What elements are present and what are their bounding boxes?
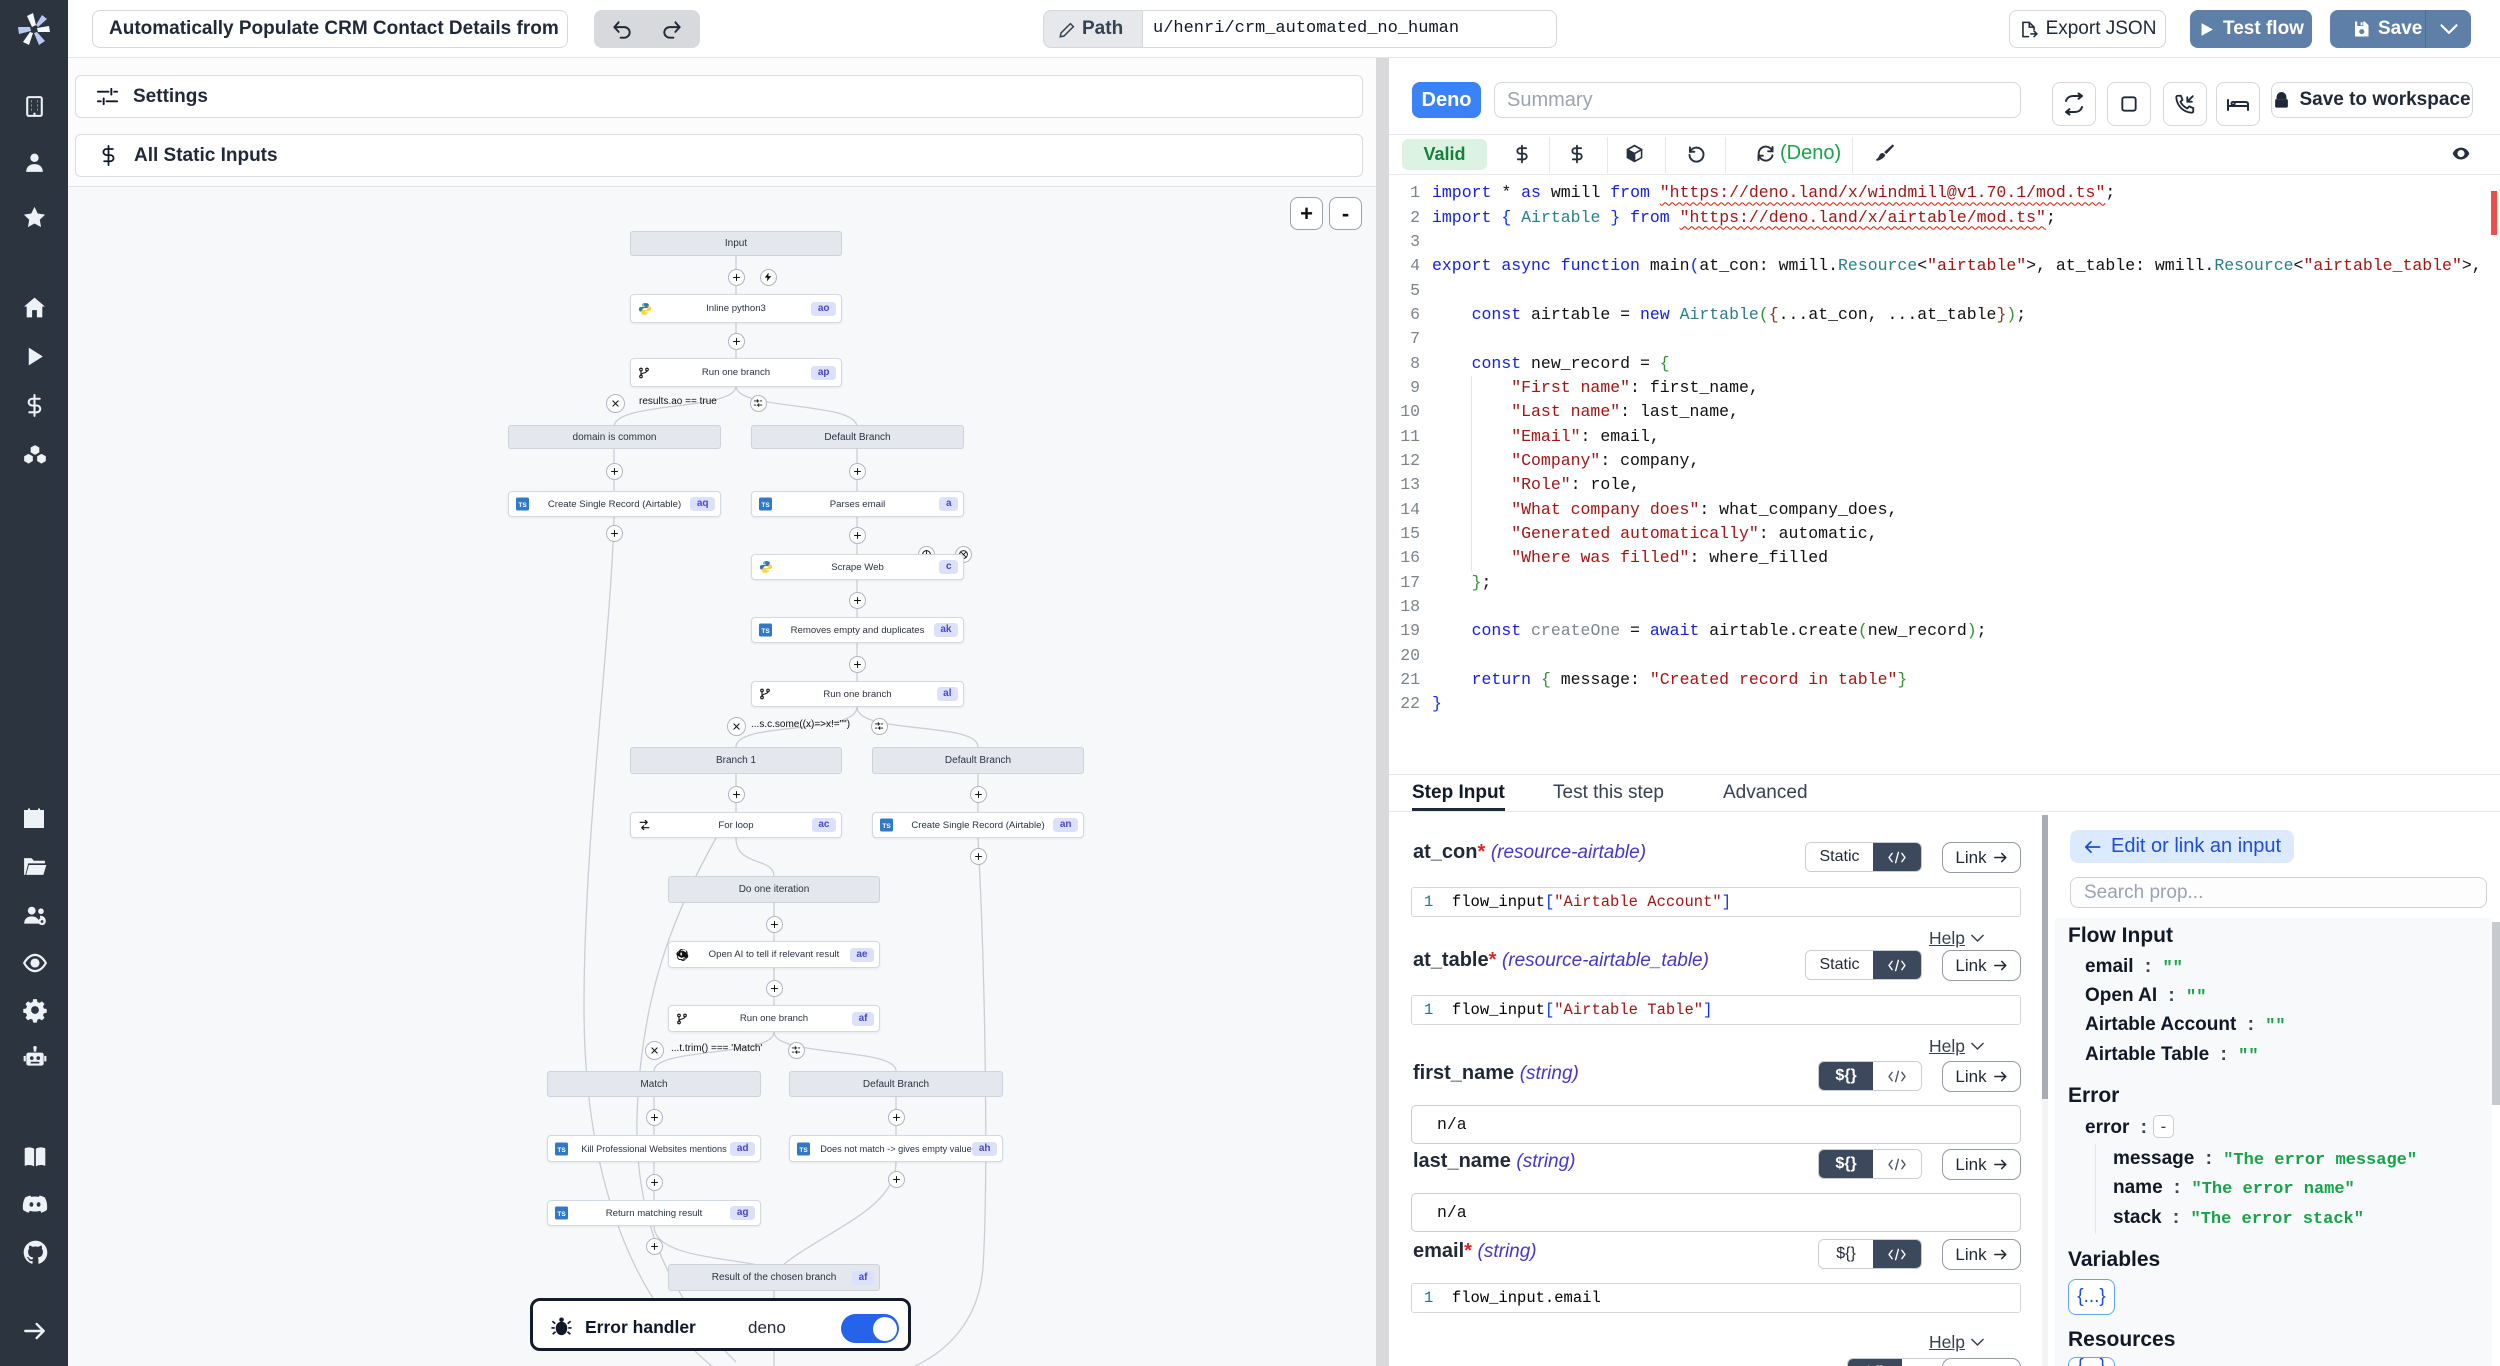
svg-text:TS: TS bbox=[799, 1146, 808, 1153]
svg-text:TS: TS bbox=[882, 823, 891, 830]
svg-text:TS: TS bbox=[761, 502, 770, 509]
svg-text:TS: TS bbox=[557, 1211, 566, 1218]
svg-text:TS: TS bbox=[761, 628, 770, 635]
svg-text:TS: TS bbox=[518, 502, 527, 509]
svg-text:TS: TS bbox=[557, 1146, 566, 1153]
